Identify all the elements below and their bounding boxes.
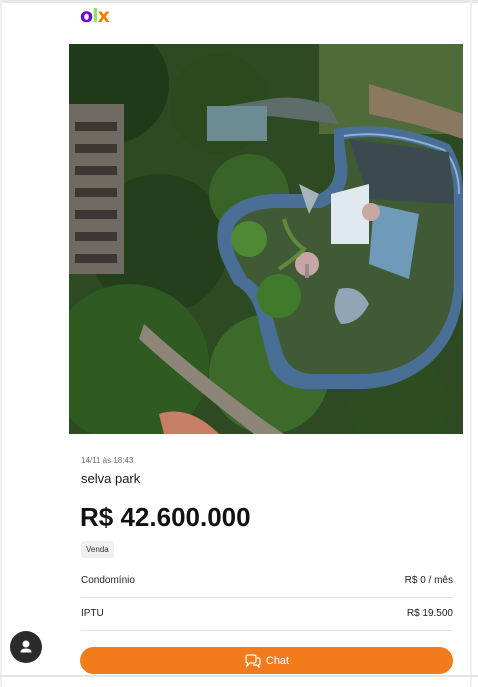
chat-button-label: Chat	[265, 654, 290, 667]
user-icon	[20, 640, 32, 653]
window-bottom-edge	[0, 675, 478, 677]
window-right-edge	[470, 0, 472, 687]
ad-photo[interactable]	[69, 44, 463, 434]
detail-label: Condomínio	[81, 574, 135, 586]
ad-date: 14/11 às 18:43	[81, 456, 134, 465]
avatar[interactable]	[10, 631, 42, 663]
detail-value: R$ 19.500	[406, 607, 453, 619]
aerial-abandoned-waterpark-photo	[69, 44, 463, 434]
divider	[81, 630, 453, 631]
detail-row-condominio: Condomínio R$ 0 / mês	[81, 564, 453, 596]
chat-button[interactable]: Chat	[80, 647, 453, 674]
detail-row-iptu: IPTU R$ 19.500	[81, 597, 453, 629]
olx-logo[interactable]: olx	[80, 5, 110, 27]
ad-price: R$ 42.600.000	[80, 502, 251, 532]
detail-label: IPTU	[81, 607, 104, 619]
window-top-edge	[0, 0, 478, 3]
ad-type-badge: Venda	[81, 541, 114, 558]
ad-title: selva park	[81, 471, 141, 486]
detail-value: R$ 0 / mês	[404, 574, 453, 586]
window-left-edge	[0, 0, 2, 687]
chat-bubbles-icon	[245, 653, 261, 668]
